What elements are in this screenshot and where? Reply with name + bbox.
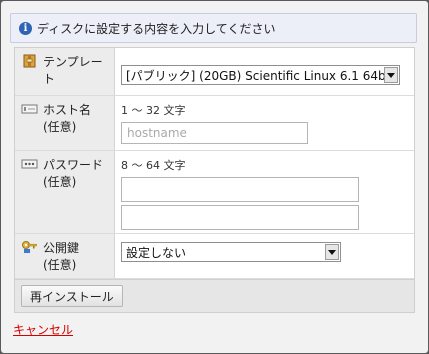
template-label-cell: テンプレー ト: [15, 48, 115, 95]
public-key-row: 公開鍵 (任意) 設定しない: [15, 234, 414, 279]
password-confirm-input[interactable]: [121, 205, 359, 230]
password-label: パスワード (任意): [43, 158, 104, 189]
public-key-select[interactable]: 設定しない: [121, 242, 341, 262]
form-footer: 再インストール: [15, 279, 414, 312]
server-icon: [21, 104, 38, 114]
cancel-link[interactable]: キャンセル: [13, 321, 73, 338]
hostname-input[interactable]: [121, 122, 308, 144]
disk-settings-form: テンプレー ト [パブリック] (20GB) Scientific Linux …: [14, 47, 415, 313]
reinstall-dialog: i ディスクに設定する内容を入力してください テンプレー ト [パブリック] (…: [1, 1, 428, 353]
reinstall-button[interactable]: 再インストール: [21, 285, 123, 307]
public-key-label-cell: 公開鍵 (任意): [15, 234, 115, 278]
password-length-hint: 8 〜 64 文字: [121, 159, 186, 172]
package-icon: [23, 54, 36, 68]
hostname-label: ホスト名 (任意): [43, 103, 92, 134]
key-icon: [22, 241, 37, 253]
chevron-down-icon[interactable]: [325, 244, 339, 260]
template-label: テンプレー ト: [43, 55, 103, 86]
password-label-cell: パスワード (任意): [15, 151, 115, 233]
template-select[interactable]: [パブリック] (20GB) Scientific Linux 6.1 64bi…: [121, 65, 400, 85]
password-value-cell: 8 〜 64 文字: [115, 151, 414, 233]
public-key-label: 公開鍵 (任意): [43, 241, 80, 272]
template-value-cell: [パブリック] (20GB) Scientific Linux 6.1 64bi…: [115, 48, 414, 95]
info-icon: i: [19, 21, 32, 35]
public-key-selected-value: 設定しない: [126, 245, 187, 260]
info-message-text: ディスクに設定する内容を入力してください: [37, 21, 276, 36]
hostname-label-cell: ホスト名 (任意): [15, 96, 115, 150]
template-row: テンプレー ト [パブリック] (20GB) Scientific Linux …: [15, 48, 414, 96]
chevron-down-icon[interactable]: [384, 67, 398, 83]
template-selected-value: [パブリック] (20GB) Scientific Linux 6.1 64bi…: [126, 68, 394, 83]
hostname-value-cell: 1 〜 32 文字: [115, 96, 414, 150]
password-icon: [21, 159, 38, 169]
password-input[interactable]: [121, 177, 359, 202]
password-row: パスワード (任意) 8 〜 64 文字: [15, 151, 414, 234]
hostname-length-hint: 1 〜 32 文字: [121, 104, 186, 117]
public-key-value-cell: 設定しない: [115, 234, 414, 278]
hostname-row: ホスト名 (任意) 1 〜 32 文字: [15, 96, 414, 151]
info-message-bar: i ディスクに設定する内容を入力してください: [10, 13, 417, 43]
